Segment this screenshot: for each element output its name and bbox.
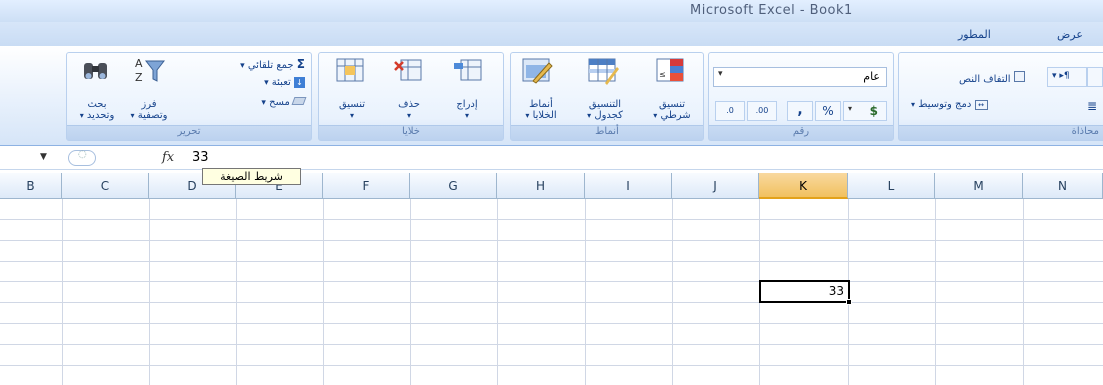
comma-button[interactable]: , [787, 101, 813, 121]
conditional-formatting-icon: ≤ [655, 55, 685, 83]
number-format-select[interactable]: ▾ عام [713, 67, 887, 87]
align-right-icon[interactable]: ≣ [1087, 99, 1103, 119]
ribbon-tabs: عرض المطور [0, 22, 1103, 46]
formula-bar: ▼ ◌ fx 33 [0, 146, 1103, 170]
column-header-b[interactable]: B [0, 173, 62, 199]
group-styles: أنماط ▾ الخلايا التنسيق ▾ كجدول ≤ تنسيق … [510, 52, 704, 141]
currency-button[interactable]: ▾ $ [843, 101, 887, 121]
formula-expand-control[interactable]: ◌ [68, 149, 96, 166]
column-header-i[interactable]: I [585, 173, 672, 199]
group-label-editing: تحرير [67, 125, 311, 140]
svg-text:Z: Z [135, 71, 143, 84]
column-header-k[interactable]: K [759, 173, 848, 199]
find-select-button[interactable]: بحث ▾ وتحديد [71, 99, 123, 121]
column-header-m[interactable]: M [935, 173, 1023, 199]
insert-cells-icon [453, 57, 483, 85]
column-header-n[interactable]: N [1023, 173, 1103, 199]
formula-input[interactable]: 33 [192, 150, 209, 165]
group-label-alignment: محاذاة [899, 125, 1103, 140]
group-editing: ▾ جمع تلقائي Σ ▾ تعبئة ↓ ▾ مسح A Z فرز ▾… [66, 52, 312, 141]
delete-cells-icon [393, 57, 423, 85]
worksheet-grid[interactable] [0, 199, 1103, 385]
text-direction-button[interactable]: ▾ ▸¶ [1047, 67, 1087, 87]
chevron-down-icon: ▾ [718, 69, 723, 79]
column-headers: B C D E F G H I J K L M N [0, 173, 1103, 199]
decrease-decimal-button[interactable]: .0 →.00 [715, 101, 745, 133]
tab-view[interactable]: عرض [1057, 28, 1083, 41]
svg-text:≤: ≤ [659, 70, 666, 79]
increase-decimal-button[interactable]: .00 →.0 [747, 101, 777, 133]
format-cells-icon [335, 57, 365, 85]
group-label-number: رقم [709, 125, 893, 140]
tab-developer[interactable]: المطور [958, 28, 991, 41]
column-header-f[interactable]: F [323, 173, 410, 199]
format-as-table-button[interactable]: التنسيق ▾ كجدول [575, 99, 635, 121]
column-header-h[interactable]: H [497, 173, 585, 199]
svg-text:A: A [135, 57, 143, 70]
formula-bar-tooltip: شريط الصيغة [202, 168, 301, 185]
window-title: Microsoft Excel - Book1 [690, 3, 853, 18]
conditional-formatting-button[interactable]: تنسيق ▾ شرطي [643, 99, 701, 121]
delete-button[interactable]: حذف ▾ [387, 99, 431, 121]
column-header-j[interactable]: J [672, 173, 759, 199]
merge-center-button[interactable]: ▾ دمج وتوسيط ↔ [911, 99, 988, 110]
fill-handle[interactable] [846, 299, 852, 305]
fill-button[interactable]: ▾ تعبئة ↓ [264, 77, 305, 88]
column-header-g[interactable]: G [410, 173, 497, 199]
format-button[interactable]: تنسيق ▾ [329, 99, 375, 121]
group-label-cells: خلايا [319, 125, 503, 140]
percent-button[interactable]: % [815, 101, 841, 121]
column-header-c[interactable]: C [62, 173, 149, 199]
wrap-text-button[interactable]: التفاف النص [959, 71, 1025, 85]
insert-function-button[interactable]: fx [162, 150, 174, 165]
merge-center-icon: ↔ [974, 100, 988, 110]
title-bar: Microsoft Excel - Book1 [0, 0, 1103, 22]
insert-button[interactable]: إدراج ▾ [445, 99, 489, 121]
group-label-styles: أنماط [511, 125, 703, 140]
sigma-icon: Σ [296, 57, 305, 71]
indent-icon[interactable] [1087, 67, 1103, 87]
sort-filter-icon: A Z [133, 55, 166, 84]
binoculars-icon [81, 57, 111, 85]
autosum-button[interactable]: ▾ جمع تلقائي Σ [240, 57, 305, 71]
clear-button[interactable]: ▾ مسح [261, 97, 307, 108]
group-number: ▾ عام ▾ $ % , .00 →.0 .0 →.00 ◲ رقم [708, 52, 894, 141]
group-alignment: التفاف النص ▾ دمج وتوسيط ↔ ▾ ▸¶ ≣ ◲ محاذ… [898, 52, 1103, 141]
wrap-text-icon [1013, 71, 1025, 82]
eraser-icon [291, 97, 307, 105]
cell-styles-button[interactable]: أنماط ▾ الخلايا [515, 99, 567, 121]
sort-filter-button[interactable]: فرز ▾ وتصفية [119, 99, 179, 121]
active-cell-k[interactable]: 33 [759, 280, 850, 303]
fill-down-icon: ↓ [294, 77, 305, 88]
column-header-l[interactable]: L [848, 173, 935, 199]
name-box-dropdown-icon[interactable]: ▼ [40, 152, 47, 162]
ribbon: ▾ جمع تلقائي Σ ▾ تعبئة ↓ ▾ مسح A Z فرز ▾… [0, 46, 1103, 146]
format-as-table-icon [587, 55, 619, 85]
group-cells: تنسيق ▾ حذف ▾ إدراج ▾ خلايا [318, 52, 504, 141]
cell-styles-icon [521, 55, 553, 84]
